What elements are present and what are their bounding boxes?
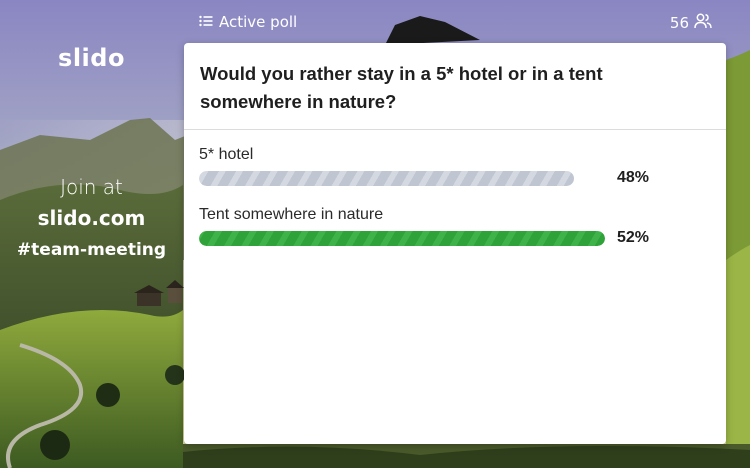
result-percent: 52% xyxy=(617,229,650,246)
slido-logo: slido xyxy=(58,44,125,72)
poll-option: Tent somewhere in nature 52% xyxy=(199,205,710,247)
people-icon xyxy=(694,13,712,33)
poll-question: Would you rather stay in a 5* hotel or i… xyxy=(200,63,603,112)
option-label: Tent somewhere in nature xyxy=(199,206,384,223)
result-row: 48% xyxy=(199,169,710,187)
participant-counter: 56 xyxy=(670,13,712,33)
result-bar-fill xyxy=(199,230,605,246)
poll-option: 5* hotel 48% xyxy=(199,145,710,187)
option-label: 5* hotel xyxy=(199,146,254,163)
poll-options: 5* hotel 48% Tent somewhere in nature 52… xyxy=(184,130,726,247)
result-row: 52% xyxy=(199,229,710,247)
poll-card: Would you rather stay in a 5* hotel or i… xyxy=(184,43,726,444)
join-label: Join at xyxy=(60,175,123,199)
event-code: #team-meeting xyxy=(16,240,167,260)
participant-count: 56 xyxy=(669,14,689,32)
active-poll-label: Active poll xyxy=(219,13,298,31)
list-icon xyxy=(199,13,213,31)
result-bar-fill xyxy=(199,170,574,186)
result-bar-track xyxy=(199,170,605,186)
join-url[interactable]: slido.com xyxy=(0,202,183,234)
active-poll-header: Active poll xyxy=(199,13,297,31)
result-percent: 48% xyxy=(617,169,650,186)
join-info: Join at slido.com #team-meeting xyxy=(0,174,183,263)
result-bar-track xyxy=(199,230,605,246)
